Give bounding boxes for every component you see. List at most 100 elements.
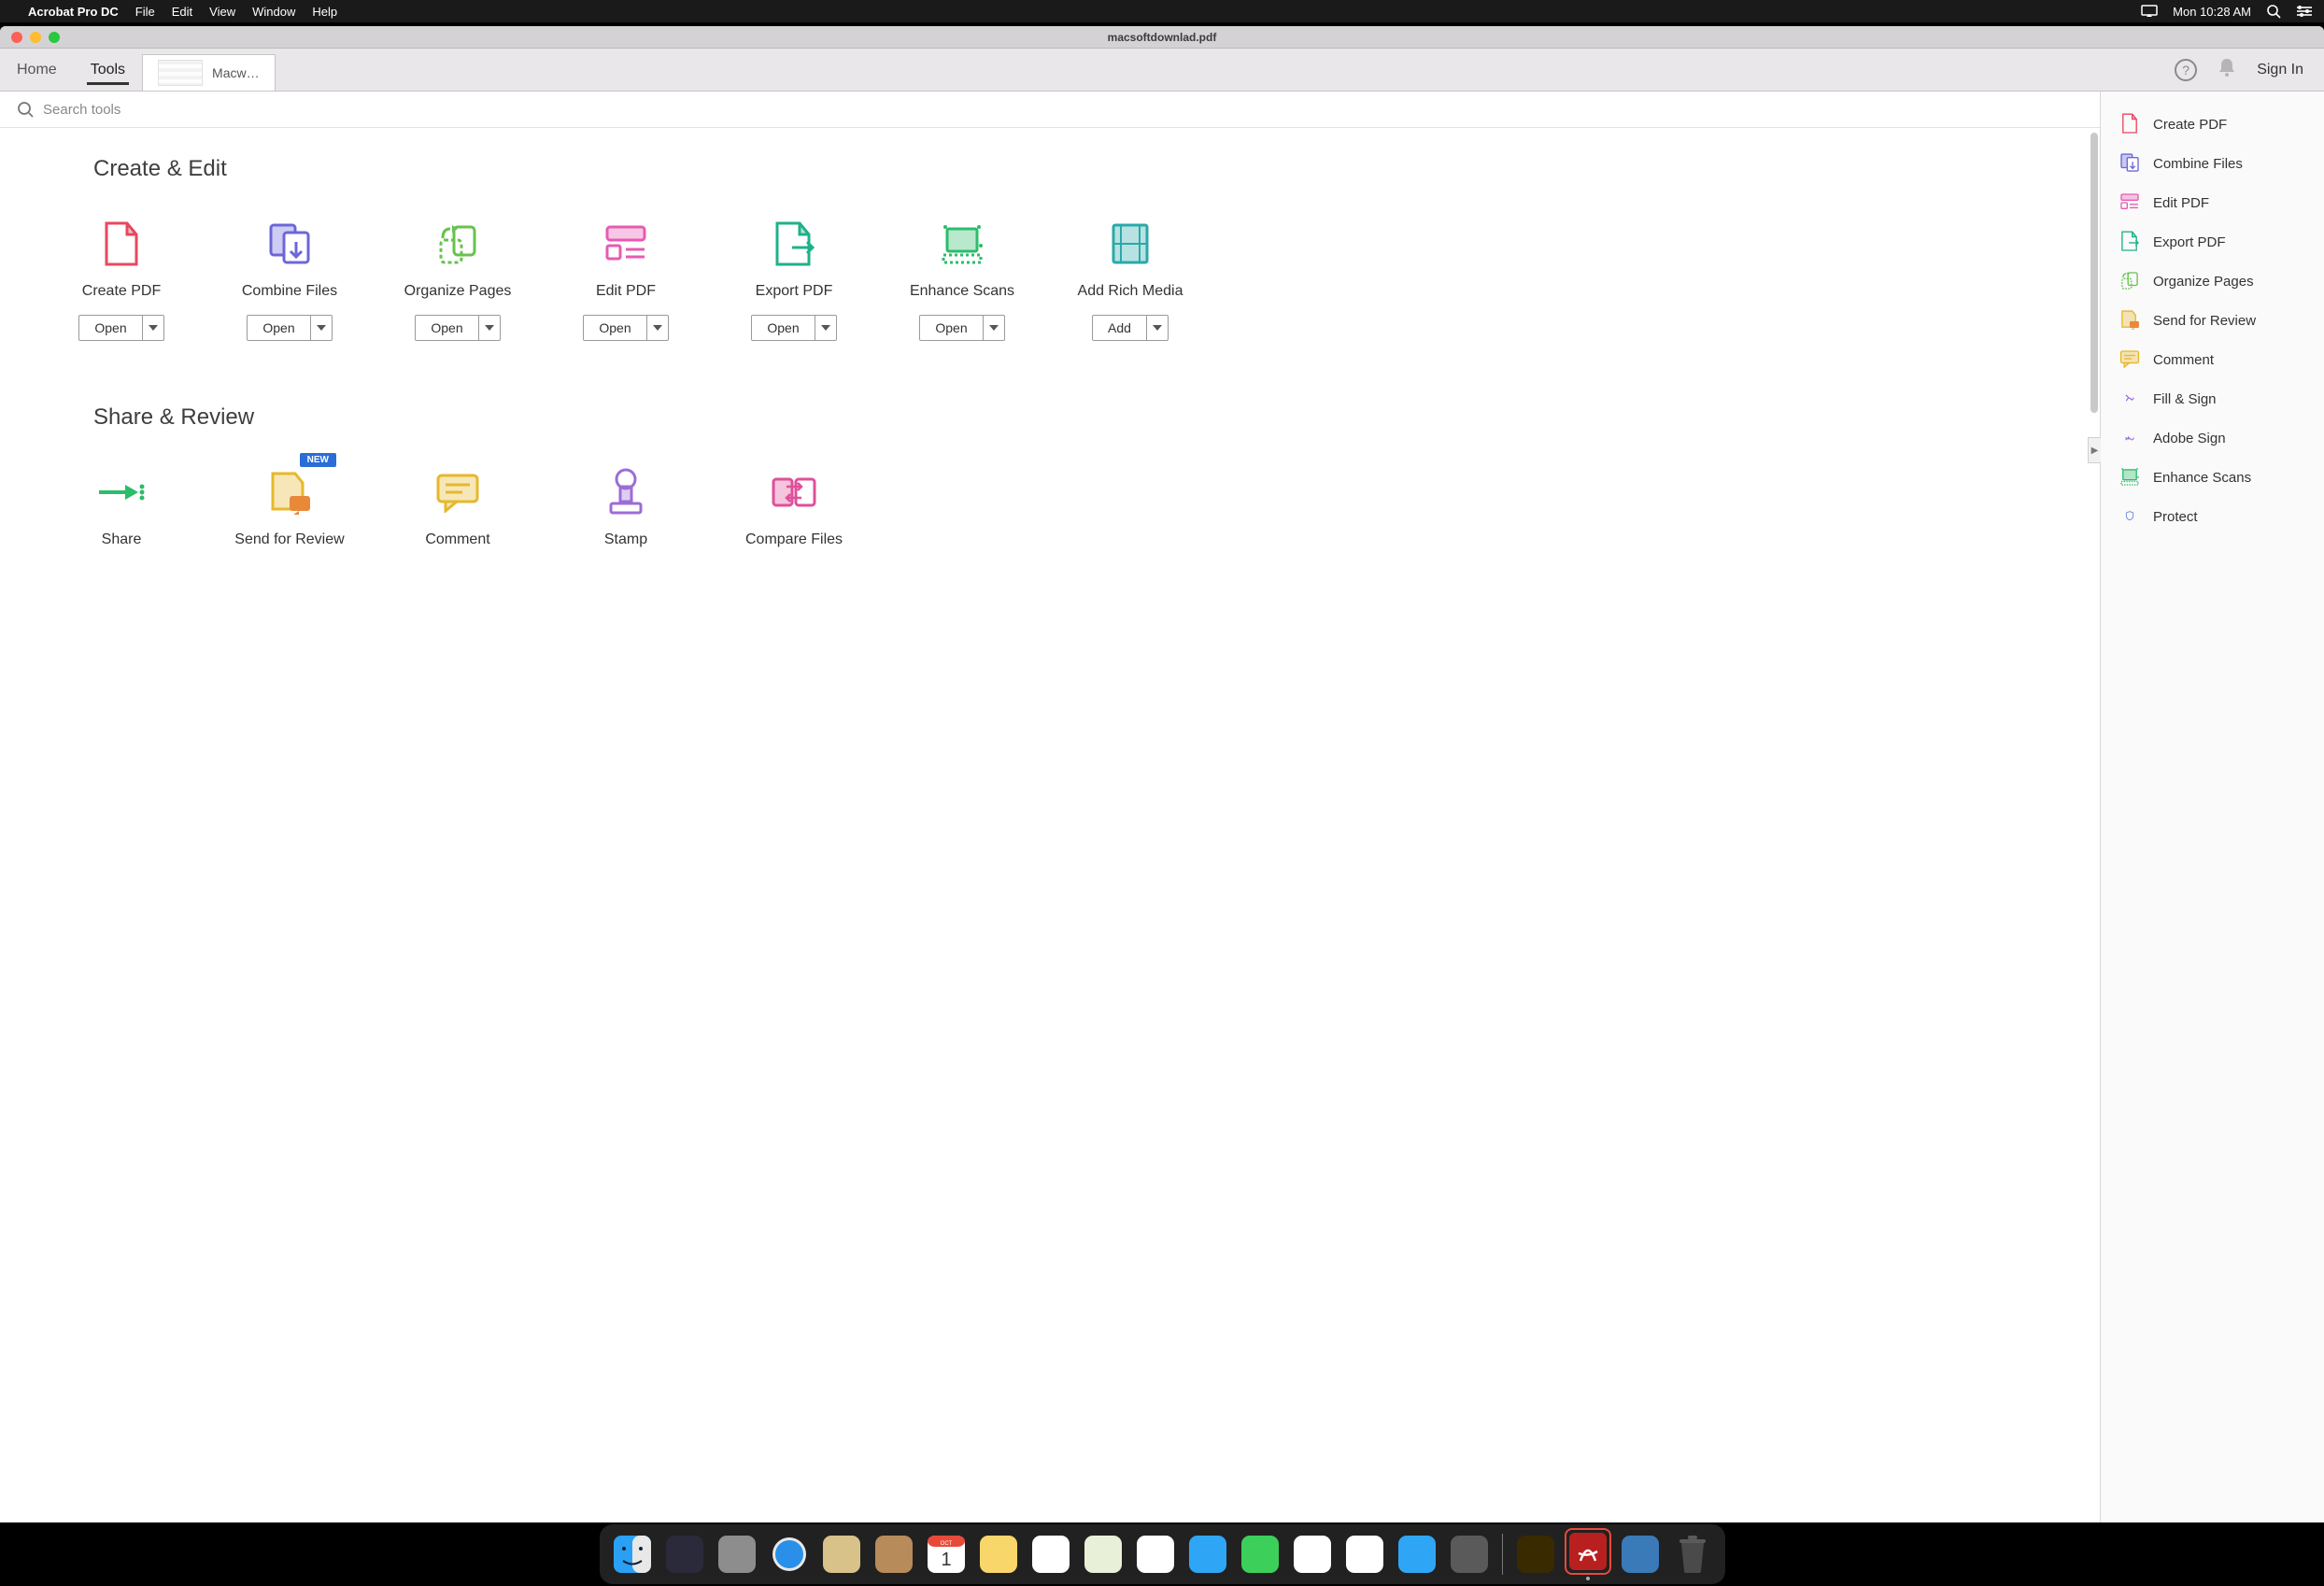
- dock-icon-photos[interactable]: [1132, 1531, 1179, 1578]
- combine-icon: [263, 218, 316, 270]
- dock-icon-notes[interactable]: [975, 1531, 1022, 1578]
- help-icon[interactable]: ?: [2175, 59, 2197, 81]
- chevron-down-icon[interactable]: [311, 316, 332, 340]
- app-window: macsoftdownlad.pdf Home Tools Macw… ? Si…: [0, 26, 2324, 1522]
- tool-open-button[interactable]: Open: [919, 315, 1004, 341]
- dock-icon-mail[interactable]: [818, 1531, 865, 1578]
- controlcenter-icon[interactable]: [2296, 5, 2313, 18]
- dock-icon-calendar[interactable]: OCT1: [923, 1531, 970, 1578]
- tool-open-button[interactable]: Open: [78, 315, 163, 341]
- window-close-button[interactable]: [11, 32, 22, 43]
- tab-home[interactable]: Home: [0, 49, 74, 91]
- dock-icon-contacts[interactable]: [871, 1531, 917, 1578]
- tool-card-create-pdf[interactable]: Create PDF Open: [37, 201, 205, 358]
- tool-open-button[interactable]: Open: [247, 315, 332, 341]
- svg-text:OCT: OCT: [940, 1541, 952, 1547]
- tool-label: Send for Review: [234, 531, 344, 548]
- create-pdf-icon: [2119, 114, 2140, 135]
- dock-icon-downloads[interactable]: [1617, 1531, 1664, 1578]
- sidebar-item-fill-sign[interactable]: Fill & Sign: [2101, 379, 2324, 418]
- tool-card-comment[interactable]: Comment: [374, 449, 542, 580]
- chevron-down-icon[interactable]: [815, 316, 836, 340]
- chevron-down-icon[interactable]: [479, 316, 500, 340]
- sidebar-item-comment[interactable]: Comment: [2101, 340, 2324, 379]
- dock-icon-itunes[interactable]: [1341, 1531, 1388, 1578]
- dock-icon-safari[interactable]: [766, 1531, 813, 1578]
- menu-file[interactable]: File: [135, 5, 155, 19]
- sidebar-item-send-review[interactable]: Send for Review: [2101, 301, 2324, 340]
- tool-open-label: Open: [79, 316, 142, 340]
- tool-card-rich-media[interactable]: Add Rich Media Add: [1046, 201, 1214, 358]
- chevron-down-icon[interactable]: [1147, 316, 1168, 340]
- tool-open-button[interactable]: Open: [751, 315, 836, 341]
- sidebar-item-enhance[interactable]: Enhance Scans: [2101, 458, 2324, 497]
- spotlight-icon[interactable]: [2266, 4, 2281, 19]
- sidebar-item-adobe-sign[interactable]: xkAdobe Sign: [2101, 418, 2324, 458]
- window-title: macsoftdownlad.pdf: [0, 31, 2324, 44]
- tool-label: Add Rich Media: [1078, 283, 1183, 300]
- document-tab[interactable]: Macw…: [142, 54, 276, 91]
- dock-icon-trash[interactable]: [1669, 1531, 1716, 1578]
- dock-icon-launchpad[interactable]: [714, 1531, 760, 1578]
- tab-tools[interactable]: Tools: [74, 49, 142, 91]
- sidebar-item-combine[interactable]: Combine Files: [2101, 144, 2324, 183]
- sidebar-item-edit-pdf[interactable]: Edit PDF: [2101, 183, 2324, 222]
- sidebar-item-organize[interactable]: Organize Pages: [2101, 262, 2324, 301]
- screenmirror-icon[interactable]: [2141, 5, 2158, 18]
- dock-icon-illustrator[interactable]: [1512, 1531, 1559, 1578]
- tool-open-button[interactable]: Open: [583, 315, 668, 341]
- tool-open-button[interactable]: Open: [415, 315, 500, 341]
- organize-icon: [432, 218, 484, 270]
- tool-card-organize[interactable]: Organize PagesOpen: [374, 201, 542, 358]
- window-maximize-button[interactable]: [49, 32, 60, 43]
- window-minimize-button[interactable]: [30, 32, 41, 43]
- sidebar-item-create-pdf[interactable]: Create PDF: [2101, 105, 2324, 144]
- sidebar-item-export[interactable]: Export PDF: [2101, 222, 2324, 262]
- sidebar-item-protect[interactable]: Protect: [2101, 497, 2324, 536]
- chevron-down-icon[interactable]: [984, 316, 1004, 340]
- dock-icon-siri[interactable]: [661, 1531, 708, 1578]
- tool-open-button[interactable]: Add: [1092, 315, 1169, 341]
- menu-help[interactable]: Help: [312, 5, 337, 19]
- dock-icon-reminders[interactable]: [1027, 1531, 1074, 1578]
- compare-icon: [768, 466, 820, 518]
- chevron-down-icon[interactable]: [143, 316, 163, 340]
- menubar-clock[interactable]: Mon 10:28 AM: [2173, 5, 2251, 19]
- scrollbar[interactable]: [2090, 133, 2098, 413]
- tool-card-compare[interactable]: Compare Files: [710, 449, 878, 580]
- menubar-app-name[interactable]: Acrobat Pro DC: [28, 5, 119, 19]
- dock-icon-messages[interactable]: [1184, 1531, 1231, 1578]
- tool-label: Create PDF: [82, 283, 161, 300]
- sidebar-item-label: Combine Files: [2153, 156, 2243, 172]
- chevron-down-icon[interactable]: [647, 316, 668, 340]
- tool-card-send-review[interactable]: NEWSend for Review: [205, 449, 374, 580]
- dock-icon-maps[interactable]: [1080, 1531, 1127, 1578]
- tool-card-enhance[interactable]: Enhance ScansOpen: [878, 201, 1046, 358]
- tool-card-share[interactable]: Share: [37, 449, 205, 580]
- menu-window[interactable]: Window: [252, 5, 295, 19]
- tool-open-label: Open: [248, 316, 310, 340]
- fill-sign-icon: [2119, 389, 2140, 409]
- tool-card-export[interactable]: Export PDFOpen: [710, 201, 878, 358]
- notifications-icon[interactable]: [2218, 57, 2236, 82]
- menu-edit[interactable]: Edit: [172, 5, 192, 19]
- section-title: Share & Review: [0, 376, 2100, 440]
- tool-card-combine[interactable]: Combine FilesOpen: [205, 201, 374, 358]
- sidebar-item-label: Organize Pages: [2153, 274, 2254, 290]
- macos-dock: OCT1: [600, 1524, 1725, 1584]
- search-input[interactable]: [43, 102, 2083, 118]
- dock-icon-news[interactable]: [1289, 1531, 1336, 1578]
- sidebar-item-label: Create PDF: [2153, 117, 2227, 133]
- sign-in-link[interactable]: Sign In: [2257, 62, 2303, 78]
- dock-icon-preferences[interactable]: [1446, 1531, 1493, 1578]
- tool-card-stamp[interactable]: Stamp: [542, 449, 710, 580]
- dock-icon-acrobat[interactable]: [1565, 1528, 1611, 1580]
- dock-icon-finder[interactable]: [609, 1531, 656, 1578]
- edit-pdf-icon: [600, 218, 652, 270]
- menu-view[interactable]: View: [209, 5, 235, 19]
- combine-icon: [2119, 153, 2140, 174]
- sidebar-collapse-handle[interactable]: ▶: [2088, 437, 2101, 463]
- dock-icon-facetime[interactable]: [1237, 1531, 1283, 1578]
- tool-card-edit-pdf[interactable]: Edit PDFOpen: [542, 201, 710, 358]
- dock-icon-appstore[interactable]: [1394, 1531, 1440, 1578]
